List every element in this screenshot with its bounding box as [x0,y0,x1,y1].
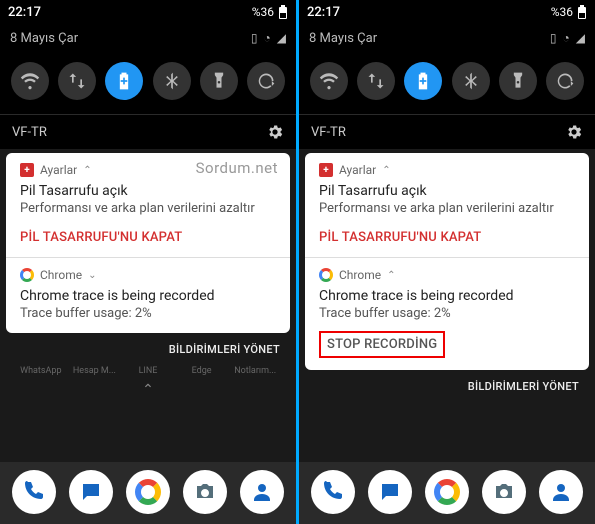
chevron-up-icon[interactable]: ⌃ [382,165,390,176]
mini-status-icons: ▯◔◢ [544,31,585,46]
turn-off-battery-saver-action[interactable]: PİL TASARRUFU'NU KAPAT [20,230,276,245]
notif-header: + Ayarlar ⌃ [319,163,575,177]
settings-notification[interactable]: + Ayarlar ⌃ Pil Tasarrufu açık Performan… [305,153,589,370]
dock [0,462,296,524]
date-bar: 8 Mayıs Çar ▯◔◢ [0,24,296,52]
wifi-tile[interactable] [310,62,348,100]
battery-icon [577,5,587,19]
chevron-up-icon[interactable]: ⌃ [83,165,91,176]
carrier-row: VF-TR [0,114,296,149]
status-bar: 22:17 %36 [299,0,595,24]
clock: 22:17 [8,5,41,20]
gear-icon[interactable] [266,123,284,141]
background-app-labels: WhatsApp Hesap M... LINE Edge Notlarım..… [6,364,290,376]
settings-notification[interactable]: + Ayarlar ⌃ Pil Tasarrufu açık Performan… [6,153,290,333]
divider [6,257,290,258]
app-drawer-caret[interactable]: ⌃ [6,380,290,400]
wifi-tile[interactable] [11,62,49,100]
chrome-app-icon [20,268,34,282]
contacts-app[interactable] [240,470,284,514]
contacts-app[interactable] [539,470,583,514]
flashlight-tile[interactable] [499,62,537,100]
notification-area: Sordum.net + Ayarlar ⌃ Pil Tasarrufu açı… [0,149,296,400]
turn-off-battery-saver-action[interactable]: PİL TASARRUFU'NU KAPAT [319,230,575,245]
date-bar: 8 Mayıs Çar ▯◔◢ [299,24,595,52]
notif-app-name: Ayarlar [40,163,77,177]
chrome-notif-body: Trace buffer usage: 2% [319,306,575,321]
notification-area: + Ayarlar ⌃ Pil Tasarrufu açık Performan… [299,149,595,397]
bluetooth-tile[interactable] [153,62,191,100]
data-tile[interactable] [58,62,96,100]
dock [299,462,595,524]
clock: 22:17 [307,5,340,20]
chrome-notif-title: Chrome trace is being recorded [319,288,575,304]
battery-percent: %36 [551,5,573,19]
date-text: 8 Mayıs Çar [309,31,377,46]
settings-app-icon: + [20,163,34,177]
data-tile[interactable] [357,62,395,100]
notif-body: Performansı ve arka plan verilerini azal… [20,201,276,216]
carrier-name: VF-TR [311,125,346,140]
divider [305,257,589,258]
rotate-tile[interactable] [546,62,584,100]
chrome-app-name: Chrome [339,268,381,282]
phone-app[interactable] [12,470,56,514]
stop-recording-action[interactable]: STOP RECORDİNG [319,331,445,358]
chrome-notif-header: Chrome ⌄ [20,268,276,282]
battery-saver-tile[interactable] [404,62,442,100]
chrome-app-icon [319,268,333,282]
camera-app[interactable] [183,470,227,514]
phone-app[interactable] [311,470,355,514]
screenshot-right: 22:17 %36 8 Mayıs Çar ▯◔◢ VF-TR + Ayarla… [299,0,595,524]
quick-settings [0,52,296,114]
chrome-app[interactable] [425,470,469,514]
carrier-row: VF-TR [299,114,595,149]
chrome-app-name: Chrome [40,268,82,282]
screenshot-left: 22:17 %36 8 Mayıs Çar ▯◔◢ VF-TR Sordum.n… [0,0,296,524]
flashlight-tile[interactable] [200,62,238,100]
battery-percent: %36 [252,5,274,19]
gear-icon[interactable] [565,123,583,141]
chevron-up-icon[interactable]: ⌃ [387,270,395,281]
settings-app-icon: + [319,163,333,177]
manage-notifications[interactable]: BİLDİRİMLERİ YÖNET [6,337,290,360]
carrier-name: VF-TR [12,125,47,140]
mini-status-icons: ▯◔◢ [245,31,286,46]
quick-settings [299,52,595,114]
chrome-app[interactable] [126,470,170,514]
bluetooth-tile[interactable] [452,62,490,100]
status-bar: 22:17 %36 [0,0,296,24]
notif-body: Performansı ve arka plan verilerini azal… [319,201,575,216]
notif-app-name: Ayarlar [339,163,376,177]
chrome-notif-header: Chrome ⌃ [319,268,575,282]
battery-icon [278,5,288,19]
notif-header: + Ayarlar ⌃ [20,163,276,177]
battery-saver-tile[interactable] [105,62,143,100]
rotate-tile[interactable] [247,62,285,100]
messages-app[interactable] [368,470,412,514]
chrome-notif-title: Chrome trace is being recorded [20,288,276,304]
chrome-notif-body: Trace buffer usage: 2% [20,306,276,321]
messages-app[interactable] [69,470,113,514]
manage-notifications[interactable]: BİLDİRİMLERİ YÖNET [305,374,589,397]
camera-app[interactable] [482,470,526,514]
notif-title: Pil Tasarrufu açık [319,183,575,199]
date-text: 8 Mayıs Çar [10,31,78,46]
notif-title: Pil Tasarrufu açık [20,183,276,199]
chevron-down-icon[interactable]: ⌄ [88,270,96,281]
